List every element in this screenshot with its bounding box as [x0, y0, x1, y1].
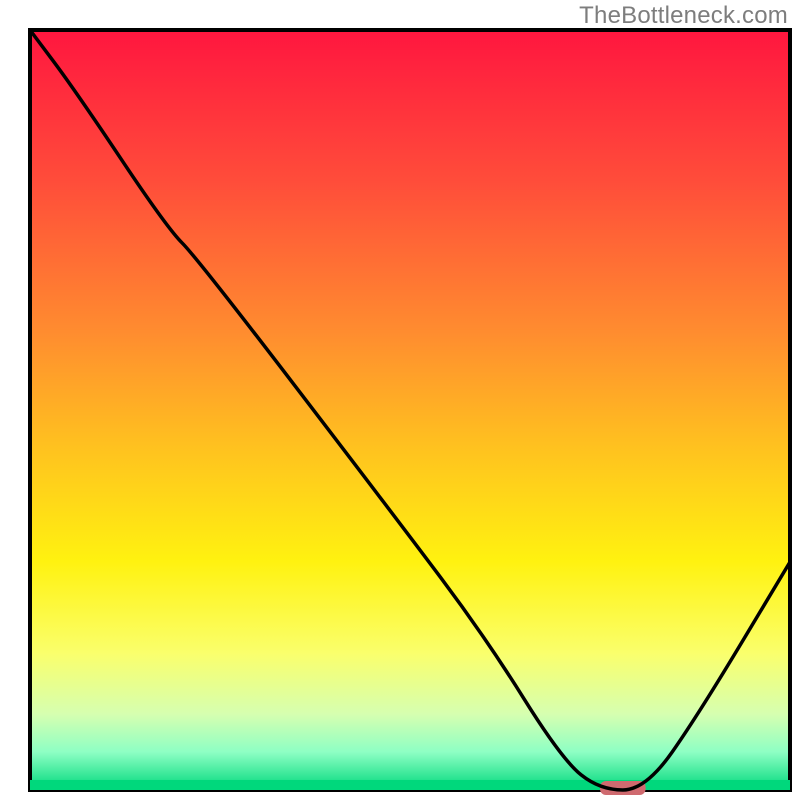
baseline-strip [30, 780, 790, 790]
plot-background [30, 30, 790, 790]
chart-stage: TheBottleneck.com [0, 0, 800, 800]
bottleneck-chart [0, 0, 800, 800]
